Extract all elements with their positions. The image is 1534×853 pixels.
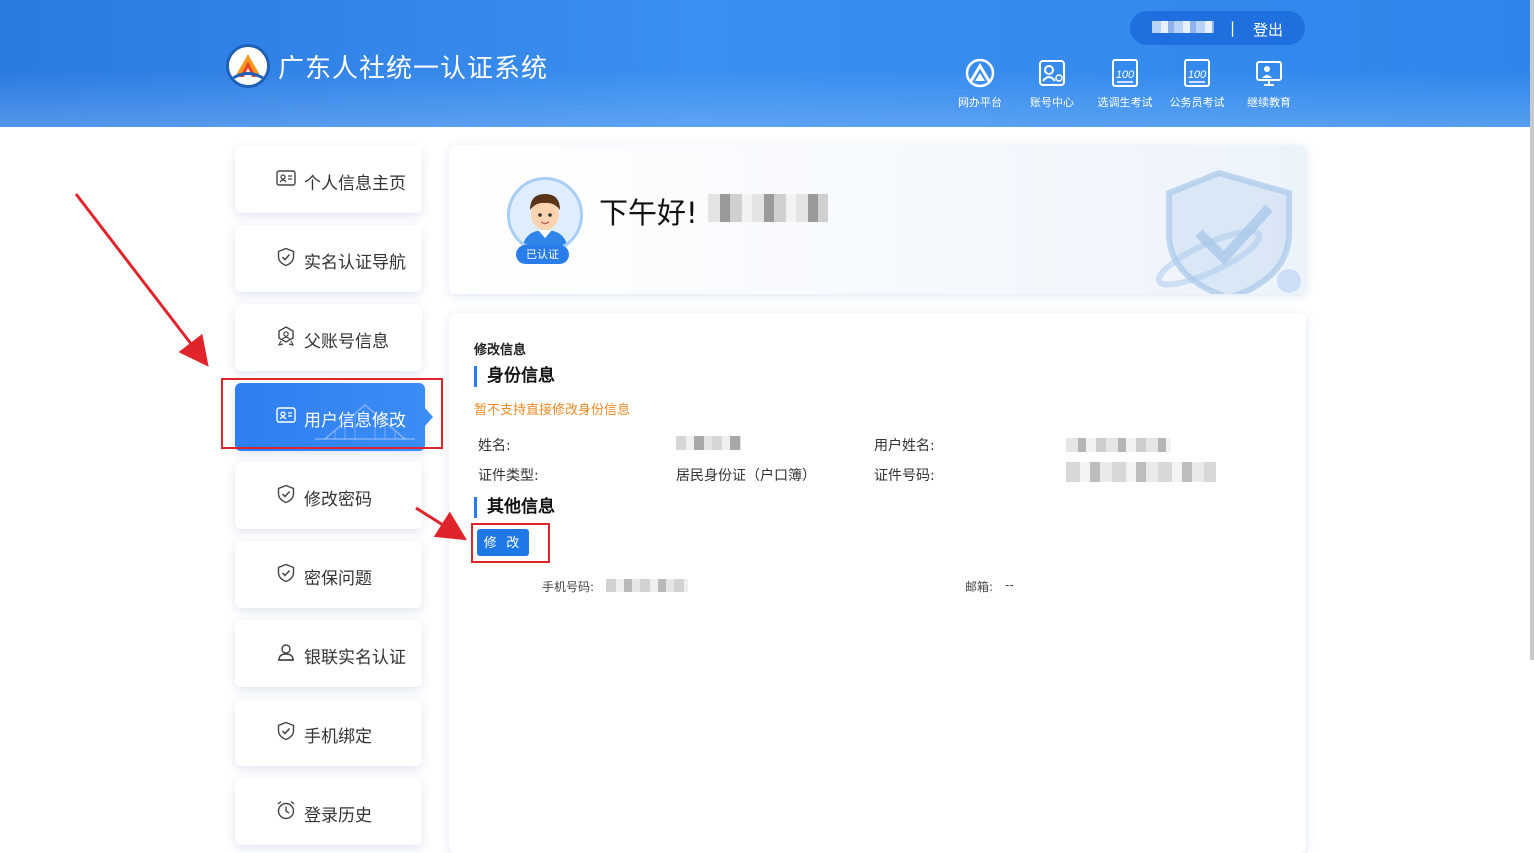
username-label: 用户姓名: [874, 438, 935, 454]
id-type-label: 证件类型: [478, 468, 539, 484]
annotation-highlight-edit-button [471, 523, 550, 563]
app-title: 广东人社统一认证系统 [278, 54, 549, 84]
clock-icon [277, 800, 295, 820]
shield-watermark-icon [1155, 169, 1301, 294]
sidebar-item-label: 手机绑定 [304, 727, 372, 747]
nav-selection-exam[interactable]: 100 选调生考试 [1089, 58, 1161, 110]
name-value-redacted [676, 436, 741, 450]
sidebar-item-parent-account[interactable]: 父账号信息 [235, 304, 422, 371]
nav-civil-exam[interactable]: 100 公务员考试 [1161, 58, 1233, 110]
shield-check-icon [277, 563, 295, 583]
account-center-icon [1037, 58, 1067, 88]
verified-badge: 已认证 [516, 245, 569, 264]
other-section-title: 其他信息 [474, 497, 555, 518]
nav-portal-label: 网办平台 [958, 96, 1002, 109]
avatar [507, 177, 583, 253]
sidebar-item-change-password[interactable]: 修改密码 [235, 462, 422, 529]
sidebar-item-realname-nav[interactable]: 实名认证导航 [235, 225, 422, 292]
nav-account-center-label: 账号中心 [1030, 96, 1074, 109]
name-label: 姓名: [478, 438, 511, 454]
page-heading: 修改信息 [474, 343, 527, 358]
sidebar-item-label: 密保问题 [304, 569, 372, 589]
logout-link[interactable]: 登出 [1253, 19, 1283, 40]
shield-check-icon [277, 247, 295, 267]
nav-account-center[interactable]: 账号中心 [1016, 58, 1088, 110]
portal-icon [965, 58, 995, 88]
annotation-arrow-sidebar [74, 193, 209, 367]
sidebar-item-label: 登录历史 [304, 806, 372, 826]
sidebar-item-label: 银联实名认证 [304, 648, 406, 668]
identity-warning: 暂不支持直接修改身份信息 [474, 403, 631, 418]
exam-100-icon: 100 [1182, 58, 1212, 88]
phone-value-redacted [606, 579, 688, 592]
page-scrollbar[interactable] [1530, 0, 1534, 660]
identity-section-title: 身份信息 [474, 366, 555, 387]
nav-portal[interactable]: 网办平台 [944, 58, 1016, 110]
id-number-redacted [1066, 462, 1216, 482]
sidebar-item-label: 实名认证导航 [304, 253, 406, 273]
annotation-highlight-sidebar [221, 378, 443, 449]
exam-100-icon: 100 [1110, 58, 1140, 88]
logo-icon [226, 44, 270, 88]
email-label: 邮箱: [965, 580, 994, 594]
username-value-redacted [1066, 438, 1171, 452]
nav-education[interactable]: 继续教育 [1233, 58, 1305, 110]
greeting-text: 下午好! [599, 196, 698, 230]
nav-civil-exam-label: 公务员考试 [1169, 96, 1225, 109]
svg-text:100: 100 [1188, 69, 1207, 81]
separator: | [1230, 19, 1236, 37]
user-icon [278, 644, 294, 661]
sidebar-item-phone-binding[interactable]: 手机绑定 [235, 699, 422, 766]
education-icon [1254, 58, 1284, 88]
phone-label: 手机号码: [542, 580, 595, 594]
sidebar-item-label: 父账号信息 [304, 332, 389, 352]
sidebar-item-profile-home[interactable]: 个人信息主页 [235, 146, 422, 213]
sidebar-item-security-question[interactable]: 密保问题 [235, 541, 422, 608]
username-redacted [708, 194, 828, 222]
badge-icon [277, 326, 295, 346]
sidebar-item-label: 修改密码 [304, 490, 372, 510]
sidebar-item-login-history[interactable]: 登录历史 [235, 778, 422, 845]
nav-selection-exam-label: 选调生考试 [1097, 96, 1153, 109]
username-redacted [1152, 21, 1214, 33]
sidebar-item-unionpay-auth[interactable]: 银联实名认证 [235, 620, 422, 687]
svg-text:100: 100 [1116, 69, 1135, 81]
id-number-label: 证件号码: [874, 468, 935, 484]
shield-check-icon [277, 721, 295, 741]
id-card-icon [276, 170, 296, 186]
email-value: -- [1005, 578, 1014, 592]
nav-education-label: 继续教育 [1247, 96, 1291, 109]
sidebar-item-label: 个人信息主页 [304, 174, 406, 194]
shield-check-icon [277, 484, 295, 504]
id-type-value: 居民身份证（户口簿） [676, 468, 816, 484]
